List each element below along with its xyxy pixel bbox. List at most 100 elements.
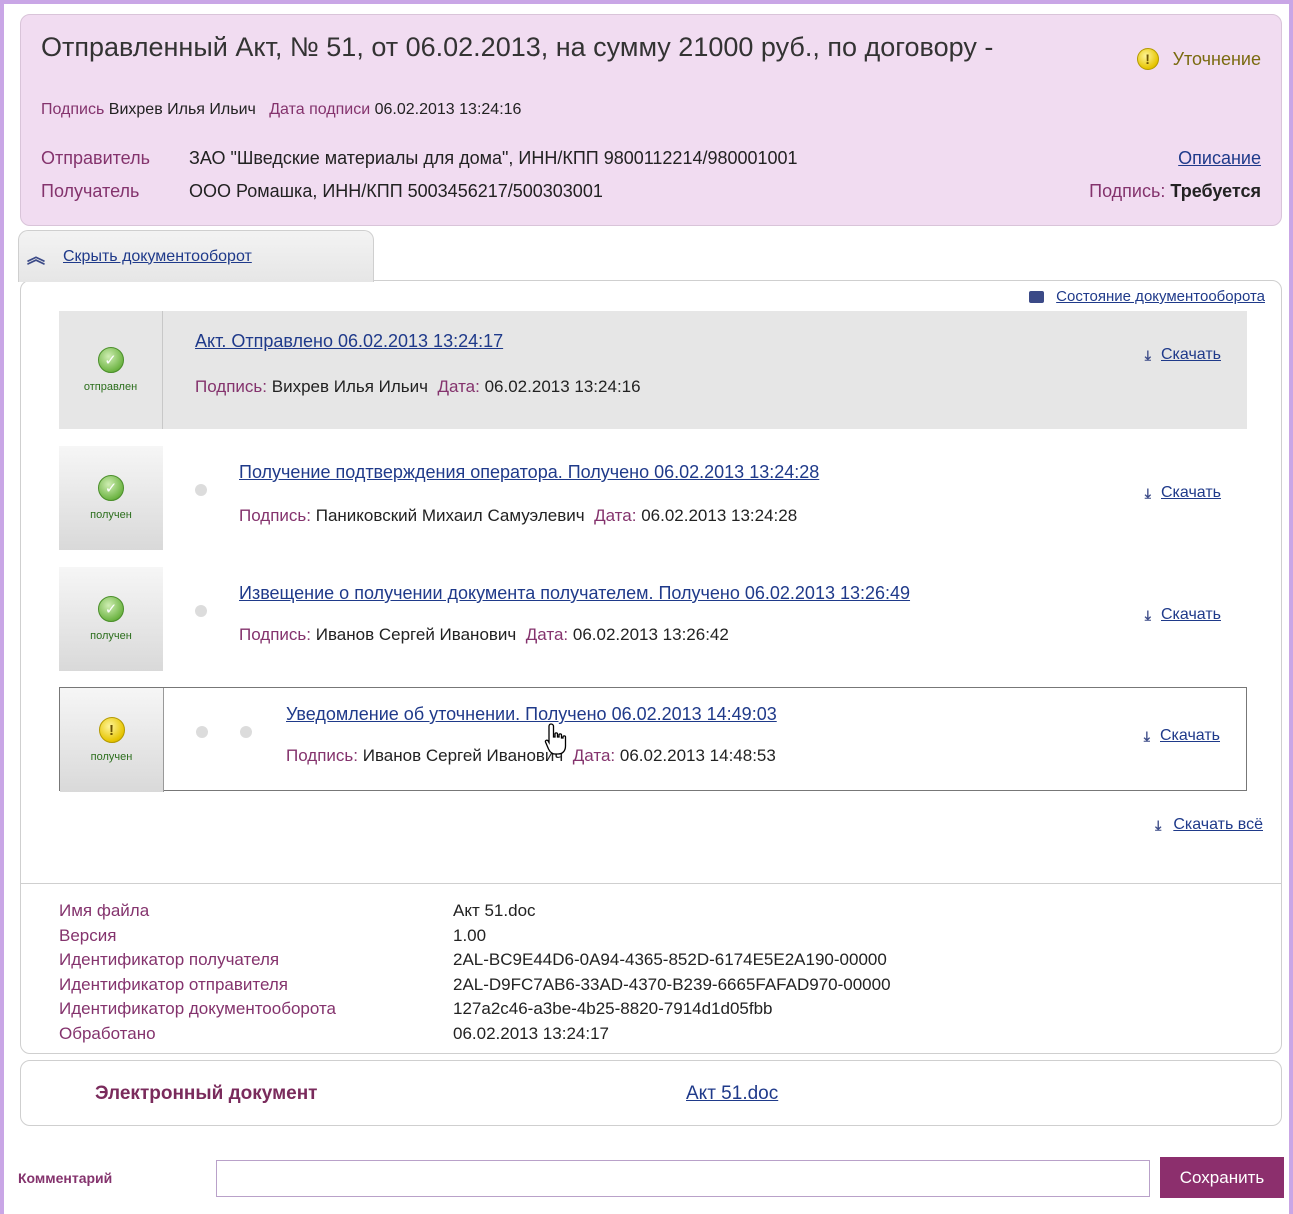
item-signature: Подпись: Паниковский Михаил Самуэлевич Д… [239,506,797,526]
divider [21,883,1281,884]
sign-date: 06.02.2013 13:24:28 [641,506,798,525]
status-text: Уточнение [1172,48,1261,69]
item-title-link[interactable]: Получение подтверждения оператора. Получ… [239,462,819,483]
signature-req-label: Подпись: [1089,181,1166,201]
download[interactable]: ⤓ Скачать [1145,606,1221,624]
item-title-link[interactable]: Извещение о получении документа получате… [239,583,910,604]
warning-icon: ! [1136,48,1159,70]
sig-label: Подпись: [239,625,312,644]
comment-input[interactable] [216,1160,1150,1197]
sig-label: Подпись: [286,746,359,765]
signer-name: Иванов Сергей Иванович [315,625,517,644]
metadata-key: Идентификатор отправителя [59,974,288,994]
sign-date-value: 06.02.2013 13:24:16 [374,101,522,118]
download-link[interactable]: Скачать [1161,346,1221,364]
metadata-value: 2AL-BC9E44D6-0A94-4365-852D-6174E5E2A190… [453,950,887,969]
description-link[interactable]: Описание [1178,148,1261,169]
status-indicator: ! Уточнение [1136,48,1261,70]
status-badge-label: получен [90,509,132,521]
metadata-value: 2AL-D9FC7AB6-33AD-4370-B239-6665FAFAD970… [453,974,891,994]
metadata-row: Обработано 06.02.2013 13:24:17 [59,1022,891,1047]
date-label: Дата: [572,746,616,765]
download[interactable]: ⤓ Скачать [1145,346,1221,364]
comment-label: Комментарий [18,1170,113,1186]
signature-req-value: Требуется [1170,181,1261,201]
recipient-label: Получатель [41,181,140,201]
save-button[interactable]: Сохранить [1160,1157,1284,1198]
level-dot [195,605,207,617]
recipient-row: Получатель ООО Ромашка, ИНН/КПП 50034562… [41,181,603,202]
workflow-item-selected: ! получен Уведомление об уточнении. Полу… [59,687,1247,792]
metadata-row: Имя файла Акт 51.doc [59,899,891,924]
sign-date: 06.02.2013 13:26:42 [572,625,729,644]
metadata-value: 1.00 [453,925,487,945]
hide-workflow-tab[interactable]: ︽ Скрыть документооборот [18,230,374,282]
chevron-double-up-icon: ︽ [27,246,45,267]
edoc-label: Электронный документ [95,1083,318,1104]
check-icon: ✓ [97,347,124,373]
date-label: Дата: [525,625,569,644]
metadata-key: Имя файла [59,901,150,920]
metadata-row: Идентификатор документооборота 127a2c46-a… [59,997,891,1022]
metadata-value: 127a2c46-a3be-4b25-8820-7914d1d05fbb [453,999,773,1018]
electronic-document: Электронный документ Акт 51.doc [20,1060,1282,1126]
metadata-row: Идентификатор отправителя 2AL-D9FC7AB6-33… [59,973,891,998]
signer-name: Иванов Сергей Иванович [362,746,564,765]
signer-name: Паниковский Михаил Самуэлевич [315,506,585,525]
document-header: Отправленный Акт, № 51, от 06.02.2013, н… [20,14,1282,226]
sig-label: Подпись: [239,506,312,525]
download-all-link[interactable]: Скачать всё [1173,816,1263,834]
download-icon: ⤓ [1144,484,1151,501]
download-all[interactable]: ⤓ Скачать всё [1155,816,1263,834]
download-link[interactable]: Скачать [1161,606,1221,624]
download-link[interactable]: Скачать [1160,727,1220,745]
sender-row: Отправитель ЗАО "Шведские материалы для … [41,148,798,169]
signature-label: Подпись [41,101,105,118]
metadata-key: Идентификатор документооборота [59,999,336,1018]
download-link[interactable]: Скачать [1161,484,1221,502]
status-badge-label: отправлен [83,381,138,393]
item-title-link[interactable]: Уведомление об уточнении. Получено 06.02… [286,704,777,725]
level-dot [196,726,208,738]
sign-date-label: Дата подписи [269,101,371,118]
date-label: Дата: [437,377,480,396]
signature-line: Подпись Вихрев Илья Ильич Дата подписи 0… [41,101,521,119]
download-icon: ⤓ [1143,727,1150,744]
workflow-item: ✓ получен Получение подтверждения операт… [59,446,1247,550]
check-icon: ✓ [98,475,124,501]
item-signature: Подпись: Иванов Сергей Иванович Дата: 06… [286,746,776,766]
sig-label: Подпись: [195,377,268,396]
item-signature: Подпись: Вихрев Илья Ильич Дата: 06.02.2… [195,377,641,397]
workflow-item: ✓ получен Извещение о получении документ… [59,567,1247,671]
workflow-state-link[interactable]: Состояние документооборота [1056,288,1265,305]
sender-label: Отправитель [41,148,150,168]
download-icon: ⤓ [1144,606,1151,623]
signature-requirement: Подпись: Требуется [1089,181,1261,202]
status-badge-label: получен [90,751,133,763]
signer-name: Вихрев Илья Ильич [271,377,429,396]
item-signature: Подпись: Иванов Сергей Иванович Дата: 06… [239,625,729,645]
workflow-state[interactable]: Состояние документооборота [1029,288,1265,305]
workflow-item: ✓ отправлен Акт. Отправлено 06.02.2013 1… [59,311,1247,429]
hand-cursor-icon [544,723,567,755]
signature-value: Вихрев Илья Ильич [108,101,256,118]
warning-icon: ! [98,717,125,743]
download-icon: ⤓ [1144,346,1151,363]
workflow-panel: Состояние документооборота ✓ отправлен А… [20,280,1282,1054]
metadata-key: Версия [59,925,117,945]
item-title-link[interactable]: Акт. Отправлено 06.02.2013 13:24:17 [195,331,503,352]
status-badge: ✓ получен [59,446,163,550]
sign-date: 06.02.2013 13:24:16 [484,377,641,396]
download[interactable]: ⤓ Скачать [1144,727,1220,745]
download[interactable]: ⤓ Скачать [1145,484,1221,502]
hide-workflow-link[interactable]: Скрыть документооборот [63,248,252,266]
metadata-row: Версия 1.00 [59,924,891,949]
edoc-file-link[interactable]: Акт 51.doc [686,1083,778,1105]
status-badge: ✓ получен [59,567,163,671]
level-dot [195,484,207,496]
sender-value: ЗАО "Шведские материалы для дома", ИНН/К… [189,148,798,168]
status-badge: ! получен [60,688,164,792]
status-badge-label: получен [90,630,132,642]
recipient-value: ООО Ромашка, ИНН/КПП 5003456217/50030300… [189,181,603,201]
metadata-row: Идентификатор получателя 2AL-BC9E44D6-0A9… [59,948,891,973]
